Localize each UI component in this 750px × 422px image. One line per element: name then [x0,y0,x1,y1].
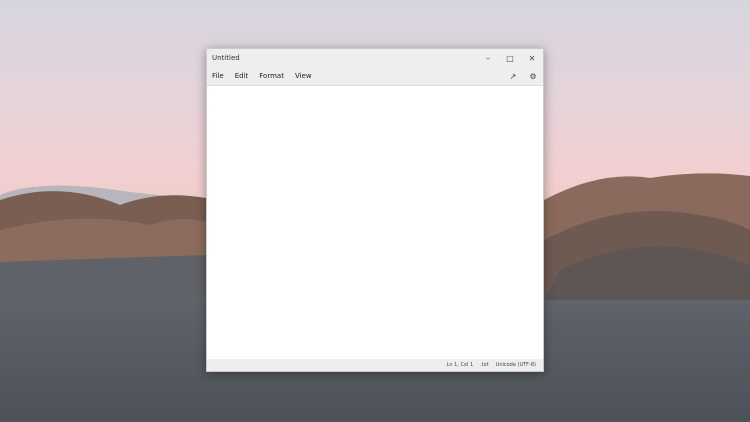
file-type: .txt [480,362,489,368]
window-title: Untitled [212,54,240,62]
menu-view[interactable]: View [295,72,312,80]
cursor-position: Ln 1, Col 1 [446,362,474,368]
gear-icon[interactable]: ⚙ [523,72,543,81]
maximize-icon[interactable]: □ [499,54,521,63]
menu-edit[interactable]: Edit [235,72,249,80]
rewrite-icon[interactable]: ↗ [503,72,523,81]
menu-bar: File Edit Format View ↗ ⚙ [207,67,543,86]
encoding[interactable]: Unicode (UTF-8) [496,362,536,368]
close-icon[interactable]: ✕ [521,54,543,63]
menu-format[interactable]: Format [259,72,284,80]
notepad-window: Untitled – □ ✕ File Edit Format View ↗ ⚙… [206,48,544,372]
status-bar: Ln 1, Col 1 .txt Unicode (UTF-8) [207,359,543,371]
minimize-icon[interactable]: – [477,54,499,63]
menu-file[interactable]: File [212,72,224,80]
title-bar[interactable]: Untitled – □ ✕ [207,49,543,67]
text-editor[interactable] [207,86,543,359]
